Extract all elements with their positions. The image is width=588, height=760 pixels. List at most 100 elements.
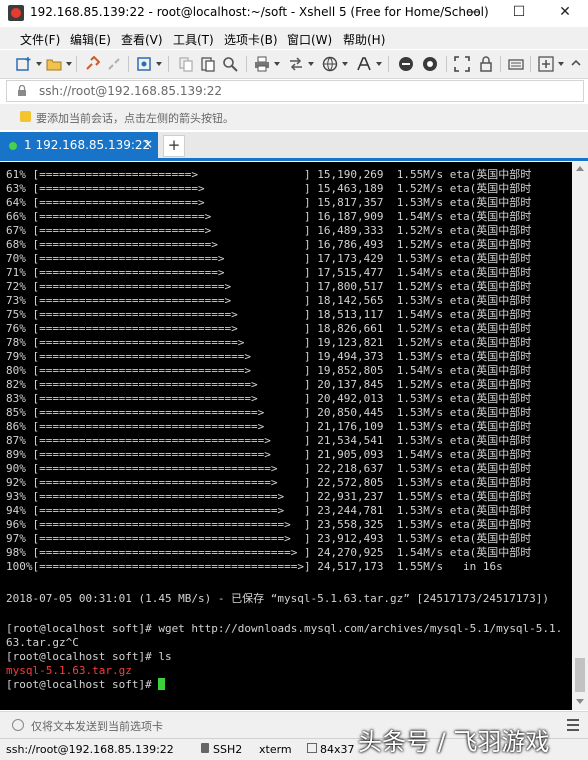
menu-window[interactable]: 窗口(W) — [287, 31, 332, 48]
tab-close-icon[interactable]: × — [143, 137, 153, 151]
paste-icon[interactable] — [200, 56, 216, 72]
progress-line: 94% [===================================… — [6, 504, 532, 517]
lock-icon[interactable] — [478, 56, 494, 72]
fullscreen-icon[interactable] — [454, 56, 470, 72]
chevron-down-icon[interactable] — [558, 62, 564, 66]
toolbar-separator — [76, 56, 77, 72]
ls-command-line: [root@localhost soft]# ls — [6, 650, 172, 663]
menu-tabs[interactable]: 选项卡(B) — [224, 31, 278, 48]
status-connection: ssh://root@192.168.85.139:22 — [6, 743, 174, 756]
bookmark-icon[interactable] — [20, 111, 31, 122]
tab-label: 1 192.168.85.139:22 — [24, 138, 151, 152]
menu-file[interactable]: 文件(F) — [20, 31, 60, 48]
xshell-app-icon — [8, 5, 24, 21]
menu-edit[interactable]: 编辑(E) — [70, 31, 111, 48]
progress-line: 93% [===================================… — [6, 490, 532, 503]
add-icon[interactable] — [538, 56, 554, 72]
connected-status-icon — [9, 142, 17, 150]
window-title: 192.168.85.139:22 - root@localhost:~/sof… — [30, 5, 489, 19]
hint-bar: 要添加当前会话，点击左侧的箭头按钮。 — [0, 104, 588, 130]
status-protocol: SSH2 — [213, 743, 243, 756]
prompt-line: [root@localhost soft]# — [6, 678, 166, 692]
wget-command-line: 63.tar.gz^C — [6, 636, 79, 649]
menu-bar: 文件(F) 编辑(E) 查看(V) 工具(T) 选项卡(B) 窗口(W) 帮助(… — [0, 27, 588, 49]
terminal-scrollbar[interactable] — [572, 162, 588, 710]
progress-line: 68% [==========================> ] 16,78… — [6, 238, 532, 251]
lock-icon — [18, 85, 26, 96]
progress-line: 73% [============================> ] 18,… — [6, 294, 532, 307]
progress-line: 72% [============================> ] 17,… — [6, 280, 532, 293]
progress-line: 89% [==================================>… — [6, 448, 532, 461]
progress-line: 67% [=========================> ] 16,489… — [6, 224, 532, 237]
progress-line: 79% [===============================> ] … — [6, 350, 532, 363]
scroll-down-icon[interactable] — [576, 699, 584, 704]
chevron-down-icon[interactable] — [36, 62, 42, 66]
send-target-icon[interactable] — [12, 719, 24, 731]
xftp-icon[interactable] — [398, 56, 414, 72]
terminal-output[interactable]: 61% [=======================> ] 15,190,2… — [0, 162, 572, 710]
chevron-down-icon[interactable] — [376, 62, 382, 66]
unlink-icon[interactable] — [106, 56, 122, 72]
prompt-text: [root@localhost soft]# — [6, 678, 159, 691]
progress-line: 80% [===============================> ] … — [6, 364, 532, 377]
address-bar[interactable]: ssh://root@192.168.85.139:22 — [6, 80, 584, 102]
globe-icon[interactable] — [322, 56, 338, 72]
hint-text: 要添加当前会话，点击左侧的箭头按钮。 — [36, 112, 234, 125]
find-icon[interactable] — [222, 56, 238, 72]
menu-view[interactable]: 查看(V) — [121, 31, 163, 48]
close-button[interactable]: ✕ — [542, 0, 588, 26]
status-size: 84x37 — [320, 743, 355, 756]
print-icon[interactable] — [254, 56, 270, 72]
progress-line: 98% [===================================… — [6, 546, 532, 559]
progress-line: 78% [==============================> ] 1… — [6, 336, 532, 349]
chevron-down-icon[interactable] — [156, 62, 162, 66]
progress-line: 71% [===========================> ] 17,5… — [6, 266, 532, 279]
chevron-down-icon[interactable] — [274, 62, 280, 66]
transfer-icon[interactable] — [288, 56, 304, 72]
chevron-down-icon[interactable] — [342, 62, 348, 66]
font-icon[interactable] — [356, 56, 372, 72]
progress-line: 82% [================================> ]… — [6, 378, 532, 391]
properties-icon[interactable] — [136, 56, 152, 72]
copy-icon[interactable] — [178, 56, 194, 72]
progress-line: 66% [=========================> ] 16,187… — [6, 210, 532, 223]
hamburger-menu-icon[interactable] — [567, 719, 579, 731]
menu-help[interactable]: 帮助(H) — [343, 31, 385, 48]
encryption-lock-icon — [201, 743, 209, 753]
ls-output-file: mysql-5.1.63.tar.gz — [6, 664, 132, 677]
keyboard-icon[interactable] — [508, 56, 524, 72]
xmanager-icon[interactable] — [422, 56, 438, 72]
tab-session[interactable]: 1 192.168.85.139:22 × — [0, 132, 158, 158]
toolbar-separator — [168, 56, 169, 72]
terminal-cursor — [158, 678, 166, 690]
minimize-button[interactable]: — — [450, 0, 496, 26]
toolbar-separator — [446, 56, 447, 72]
scrollbar-thumb[interactable] — [575, 658, 585, 692]
new-tab-button[interactable]: + — [163, 135, 185, 157]
new-session-icon[interactable] — [16, 56, 32, 72]
toolbar-separator — [246, 56, 247, 72]
chevron-down-icon[interactable] — [308, 62, 314, 66]
open-folder-icon[interactable] — [46, 56, 62, 72]
progress-line: 87% [==================================>… — [6, 434, 532, 447]
progress-line: 63% [========================> ] 15,463,… — [6, 182, 532, 195]
toolbar-separator — [128, 56, 129, 72]
progress-line: 100%[===================================… — [6, 560, 503, 573]
menu-tools[interactable]: 工具(T) — [173, 31, 214, 48]
progress-line: 97% [===================================… — [6, 532, 532, 545]
progress-line: 96% [===================================… — [6, 518, 532, 531]
maximize-button[interactable]: ☐ — [496, 0, 542, 26]
tab-bar: 1 192.168.85.139:22 × + — [0, 132, 588, 161]
link-icon[interactable] — [84, 56, 100, 72]
chevron-down-icon[interactable] — [66, 62, 72, 66]
scroll-up-icon[interactable] — [576, 166, 584, 171]
saved-message-line: 2018-07-05 00:31:01 (1.45 MB/s) - 已保存 “m… — [6, 592, 549, 605]
progress-line: 83% [================================> ]… — [6, 392, 532, 405]
progress-line: 90% [===================================… — [6, 462, 532, 475]
progress-line: 85% [=================================> … — [6, 406, 532, 419]
watermark: 头条号 / 飞羽游戏 — [358, 728, 550, 756]
wget-command-line: [root@localhost soft]# wget http://downl… — [6, 622, 563, 635]
help-icon[interactable] — [568, 56, 584, 72]
status-term: xterm — [259, 743, 292, 756]
progress-line: 76% [=============================> ] 18… — [6, 322, 532, 335]
